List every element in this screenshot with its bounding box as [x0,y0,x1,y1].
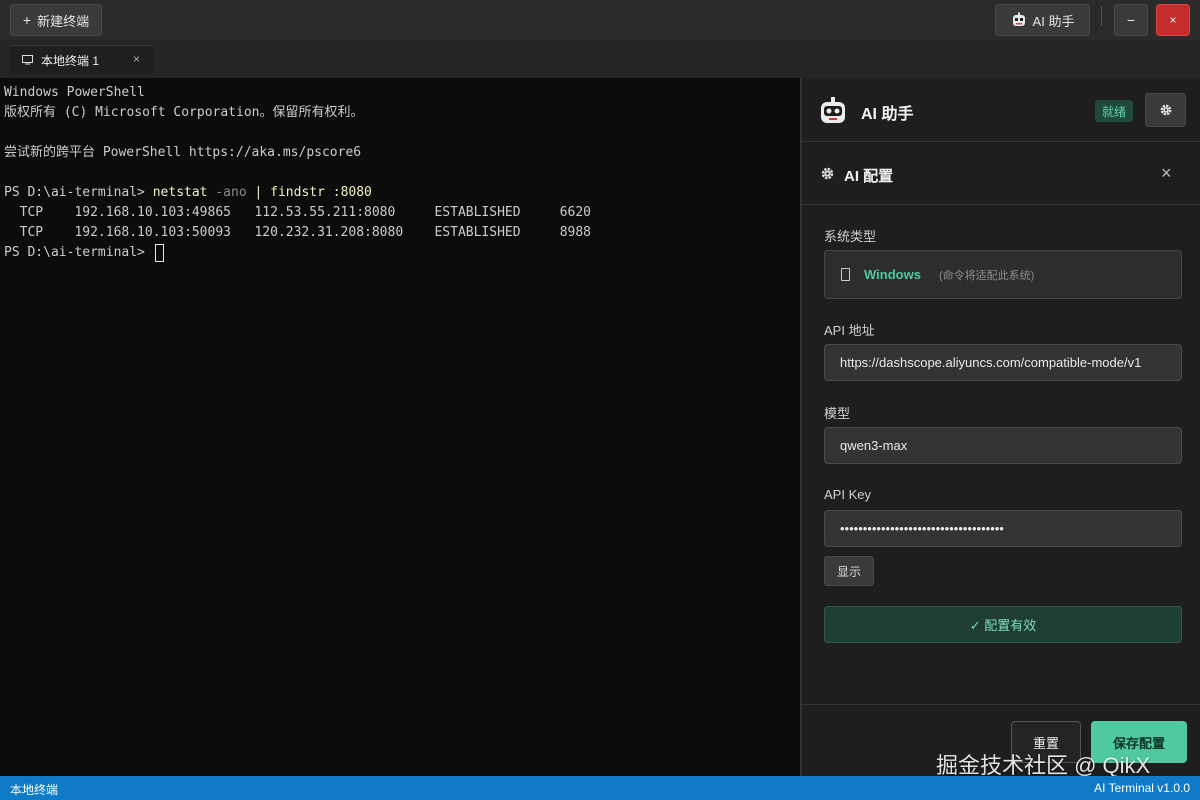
gear-icon [821,167,834,180]
text-cursor [154,243,164,262]
model-input[interactable]: qwen3-max [824,427,1182,464]
command-line: PS D:\ai-terminal> netstat -ano | findst… [4,183,796,203]
robot-icon [821,97,845,123]
api-url-label: API 地址 [824,323,875,338]
status-left: 本地终端 [10,783,59,797]
command-name: netstat [152,185,208,200]
system-hint: (命令将适配此系统) [938,269,1035,282]
gear-icon [1160,104,1171,116]
prompt: PS D:\ai-terminal> [4,185,153,200]
api-key-input[interactable]: •••••••••••••••••••••••••••••••••••• [824,510,1182,547]
output-line: TCP 192.168.10.103:50093 120.232.31.208:… [4,225,591,240]
system-name: Windows [864,267,921,282]
new-terminal-label: 新建终端 [37,13,90,29]
status-bar: 本地终端 AI Terminal v1.0.0 [0,776,1200,800]
panel-header: AI 助手 就绪 [802,78,1200,142]
system-type-label: 系统类型 [824,229,877,244]
terminal-output[interactable]: Windows PowerShell 版权所有 (C) Microsoft Co… [0,78,800,776]
robot-icon [1012,12,1025,26]
panel-title: AI 助手 [861,106,914,123]
api-url-input[interactable]: https://dashscope.aliyuncs.com/compatibl… [824,344,1182,381]
show-key-button[interactable]: 显示 [824,556,874,586]
minimize-button[interactable]: − [1114,4,1148,36]
system-type-display: Windows (命令将适配此系统) [824,250,1182,299]
command-flag: -ano [207,185,247,200]
tab-local-terminal-1[interactable]: 本地终端 1 × [10,45,154,74]
settings-button[interactable] [1145,93,1186,127]
tab-label: 本地终端 1 [41,53,100,68]
terminal-line: 尝试新的跨平台 PowerShell https://aka.ms/pscore… [4,145,362,160]
device-icon [841,268,850,281]
api-key-label: API Key [824,487,871,502]
command-pipe: | findstr :8080 [246,185,372,200]
ai-assistant-label: AI 助手 [1032,13,1075,29]
config-header: AI 配置 × [802,142,1200,205]
terminal-line: 版权所有 (C) Microsoft Corporation。保留所有权利。 [4,105,364,120]
tab-close-icon[interactable]: × [133,52,140,66]
prompt: PS D:\ai-terminal> [4,245,153,260]
divider [1101,6,1102,26]
tab-bar: 本地终端 1 × [0,40,1200,78]
config-title: AI 配置 [844,168,894,185]
new-terminal-button[interactable]: + 新建终端 [10,4,102,36]
plus-icon: + [22,12,32,28]
close-icon[interactable]: × [1161,163,1172,184]
active-prompt-line: PS D:\ai-terminal> [4,243,796,263]
close-window-button[interactable]: × [1156,4,1190,36]
config-valid-message: ✓ 配置有效 [824,606,1182,643]
output-line: TCP 192.168.10.103:49865 112.53.55.211:8… [4,205,591,220]
app-version: AI Terminal v1.0.0 [1094,781,1190,795]
model-label: 模型 [824,406,851,421]
ai-panel: AI 助手 就绪 AI 配置 × 系统类型 Windows (命令将适配此系统)… [800,78,1200,776]
terminal-line: Windows PowerShell [4,85,145,100]
status-badge: 就绪 [1095,100,1134,122]
ai-assistant-button[interactable]: AI 助手 [995,4,1090,36]
title-bar: + 新建终端 AI 助手 − × [0,0,1200,40]
monitor-icon [22,55,33,65]
